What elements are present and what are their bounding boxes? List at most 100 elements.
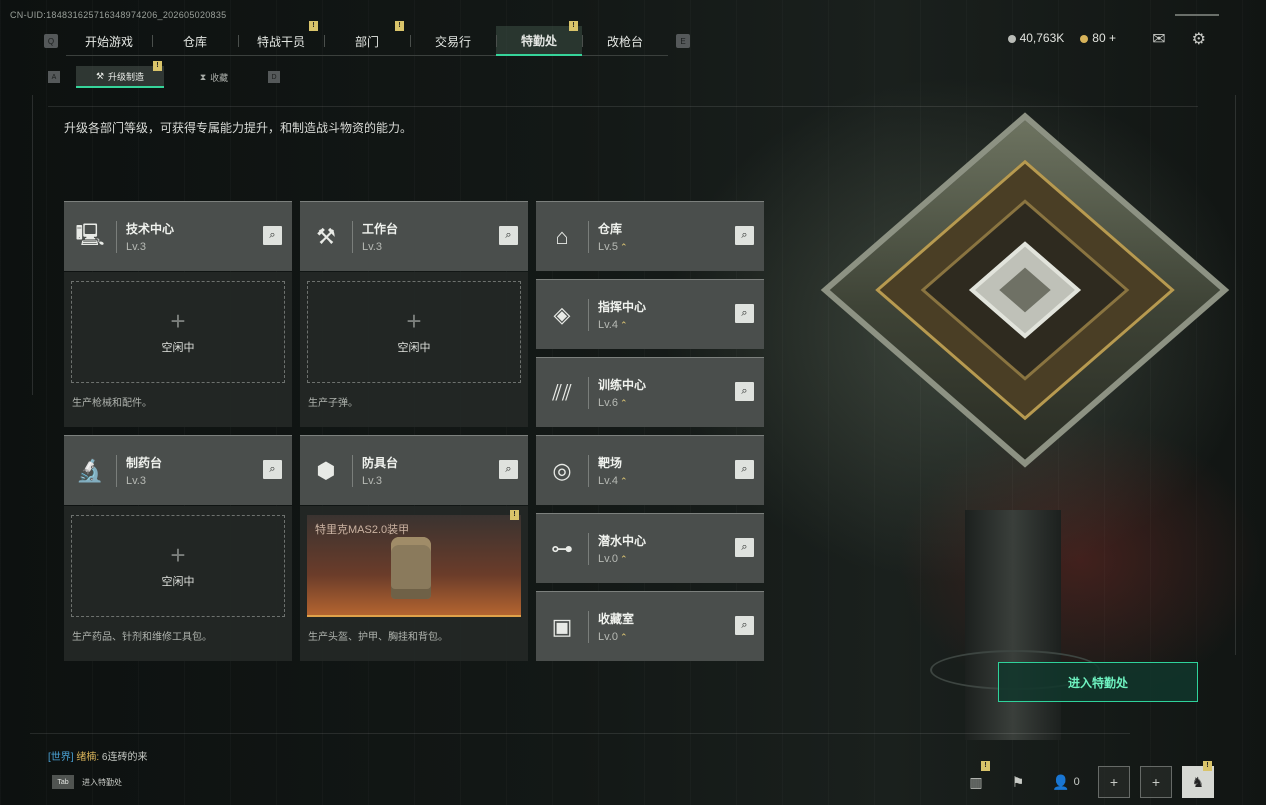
dumbbell-icon: ⫽⫽ bbox=[552, 379, 572, 405]
production-panel-workbench: + 空闲中 生产子弹。 bbox=[300, 272, 528, 427]
search-icon[interactable]: ⌕ bbox=[735, 226, 754, 245]
search-icon[interactable]: ⌕ bbox=[263, 226, 282, 245]
search-icon[interactable]: ⌕ bbox=[499, 460, 518, 479]
facility-card-diving-center[interactable]: ⊶ 潜水中心 Lv.0 ⌃ ⌕ bbox=[536, 513, 764, 583]
tab-operators[interactable]: 特战干员! bbox=[238, 21, 324, 56]
upgrade-arrow-icon: ⌃ bbox=[619, 476, 628, 486]
warehouse-icon: ⌂ bbox=[555, 223, 569, 249]
command-icon: ◈ bbox=[553, 301, 571, 327]
nav-next-key[interactable]: E bbox=[676, 34, 690, 48]
slot-status: 空闲中 bbox=[161, 342, 195, 354]
facility-level: Lv.3 bbox=[126, 241, 146, 253]
tools-icon: ⚒ bbox=[316, 223, 336, 249]
tab-start-game[interactable]: 开始游戏 bbox=[66, 26, 152, 56]
facility-card-warehouse[interactable]: ⌂ 仓库 Lv.5 ⌃ ⌕ bbox=[536, 201, 764, 271]
target-icon: ◎ bbox=[552, 457, 572, 483]
bottom-toolbar: ▥! ⚑ 👤 0 + + ♞! bbox=[960, 761, 1214, 798]
player-uid: CN-UID:184831625716348974206_20260502083… bbox=[10, 10, 227, 20]
chat-message[interactable]: [世界] 绪楠: 6连砖的来 bbox=[48, 748, 147, 763]
facility-card-pharmacy[interactable]: 🔬 制药台 Lv.3 ⌕ bbox=[64, 435, 292, 505]
slot-status: 空闲中 bbox=[161, 576, 195, 588]
chat-user: 绪楠: bbox=[76, 752, 100, 763]
production-panel-armor-bench: 特里克MAS2.0装甲 ! 生产头盔、护甲、胸挂和背包。 bbox=[300, 506, 528, 661]
cubes-icon: ⬢ bbox=[316, 457, 336, 483]
production-note: 生产枪械和配件。 bbox=[72, 398, 152, 409]
search-icon[interactable]: ⌕ bbox=[263, 460, 282, 479]
production-slot[interactable]: + 空闲中 bbox=[71, 515, 285, 617]
upgrade-arrow-icon: ⌃ bbox=[619, 632, 628, 642]
subtab-collection[interactable]: ⧗ 收藏 bbox=[170, 66, 258, 88]
subtab-upgrade-craft[interactable]: ⚒ 升级制造 ! bbox=[76, 61, 164, 88]
stats-icon[interactable]: ▥! bbox=[960, 761, 992, 798]
silver-coin-icon bbox=[1007, 34, 1016, 43]
facility-level: Lv.4 bbox=[598, 475, 618, 487]
mail-icon[interactable]: ✉ bbox=[1152, 29, 1165, 49]
silver-currency: 40,763K bbox=[1007, 31, 1064, 45]
frame-line bbox=[32, 95, 33, 395]
gear-icon[interactable]: ⚙ bbox=[1192, 29, 1206, 49]
production-panel-pharmacy: + 空闲中 生产药品、针剂和维修工具包。 bbox=[64, 506, 292, 661]
facility-card-armor-bench[interactable]: ⬢ 防具台 Lv.3 ⌕ bbox=[300, 435, 528, 505]
enter-special-ops-button[interactable]: 进入特勤处 bbox=[998, 662, 1198, 702]
armor-vest-image bbox=[391, 537, 431, 599]
facility-card-command-center[interactable]: ◈ 指挥中心 Lv.4 ⌃ ⌕ bbox=[536, 279, 764, 349]
facility-level: Lv.3 bbox=[126, 475, 146, 487]
product-name: 特里克MAS2.0装甲 bbox=[315, 524, 410, 536]
tab-hint[interactable]: Tab 进入特勤处 bbox=[52, 775, 122, 789]
production-note: 生产子弹。 bbox=[308, 398, 358, 409]
flag-icon[interactable]: ⚑ bbox=[1002, 766, 1034, 798]
tab-department[interactable]: 部门! bbox=[324, 21, 410, 56]
production-panel-tech-center: + 空闲中 生产枪械和配件。 bbox=[64, 272, 292, 427]
add-slot-button[interactable]: + bbox=[1140, 766, 1172, 798]
notification-badge: ! bbox=[510, 510, 519, 520]
production-slot[interactable]: + 空闲中 bbox=[71, 281, 285, 383]
plus-icon: + bbox=[170, 540, 186, 570]
facility-card-training-center[interactable]: ⫽⫽ 训练中心 Lv.6 ⌃ ⌕ bbox=[536, 357, 764, 427]
facility-name: 靶场 bbox=[598, 456, 623, 470]
notification-badge: ! bbox=[981, 761, 990, 771]
diving-mask-icon: ⊶ bbox=[551, 535, 573, 561]
production-slot[interactable]: + 空闲中 bbox=[307, 281, 521, 383]
facility-card-tech-center[interactable]: 🖳 技术中心 Lv.3 ⌕ bbox=[64, 201, 292, 271]
search-icon[interactable]: ⌕ bbox=[499, 226, 518, 245]
top-indicator-line bbox=[1175, 14, 1219, 16]
search-icon[interactable]: ⌕ bbox=[735, 538, 754, 557]
facility-name: 工作台 bbox=[362, 222, 399, 236]
production-note: 生产药品、针剂和维修工具包。 bbox=[72, 632, 212, 643]
chat-channel: [世界] bbox=[48, 752, 74, 763]
search-icon[interactable]: ⌕ bbox=[735, 304, 754, 323]
search-icon[interactable]: ⌕ bbox=[735, 382, 754, 401]
search-icon[interactable]: ⌕ bbox=[735, 460, 754, 479]
upgrade-arrow-icon: ⌃ bbox=[619, 242, 628, 252]
subnav-prev-key[interactable]: A bbox=[48, 71, 60, 83]
tab-gunsmith[interactable]: 改枪台 bbox=[582, 26, 668, 56]
gold-currency[interactable]: 80 + bbox=[1080, 31, 1116, 45]
product-slot[interactable]: 特里克MAS2.0装甲 bbox=[307, 515, 521, 617]
facility-card-shooting-range[interactable]: ◎ 靶场 Lv.4 ⌃ ⌕ bbox=[536, 435, 764, 505]
cube-pillar bbox=[965, 510, 1061, 740]
notification-badge: ! bbox=[1203, 761, 1212, 771]
tab-warehouse[interactable]: 仓库 bbox=[152, 26, 238, 56]
upgrade-arrow-icon: ⌃ bbox=[619, 398, 628, 408]
facility-card-collection-room[interactable]: ▣ 收藏室 Lv.0 ⌃ ⌕ bbox=[536, 591, 764, 661]
nav-prev-key[interactable]: Q bbox=[44, 34, 58, 48]
gold-coin-icon bbox=[1080, 34, 1089, 43]
facility-level: Lv.0 bbox=[598, 631, 618, 643]
plus-icon: + bbox=[406, 306, 422, 336]
friends-button[interactable]: 👤 0 bbox=[1044, 766, 1088, 798]
tab-special-ops[interactable]: 特勤处! bbox=[496, 21, 582, 56]
facility-level: Lv.3 bbox=[362, 475, 382, 487]
production-note: 生产头盔、护甲、胸挂和背包。 bbox=[308, 632, 448, 643]
search-icon[interactable]: ⌕ bbox=[735, 616, 754, 635]
add-currency-button[interactable]: + bbox=[1109, 31, 1116, 45]
avatar[interactable]: ♞! bbox=[1182, 761, 1214, 798]
currency-bar: 40,763K 80 + bbox=[1007, 31, 1116, 45]
frame-line bbox=[1235, 95, 1236, 655]
upgrade-arrow-icon: ⌃ bbox=[619, 320, 628, 330]
facility-card-workbench[interactable]: ⚒ 工作台 Lv.3 ⌕ bbox=[300, 201, 528, 271]
upgrade-arrow-icon: ⌃ bbox=[619, 554, 628, 564]
subnav-next-key[interactable]: D bbox=[268, 71, 280, 83]
tab-trading[interactable]: 交易行 bbox=[410, 26, 496, 56]
tab-key: Tab bbox=[52, 775, 74, 789]
add-slot-button[interactable]: + bbox=[1098, 766, 1130, 798]
